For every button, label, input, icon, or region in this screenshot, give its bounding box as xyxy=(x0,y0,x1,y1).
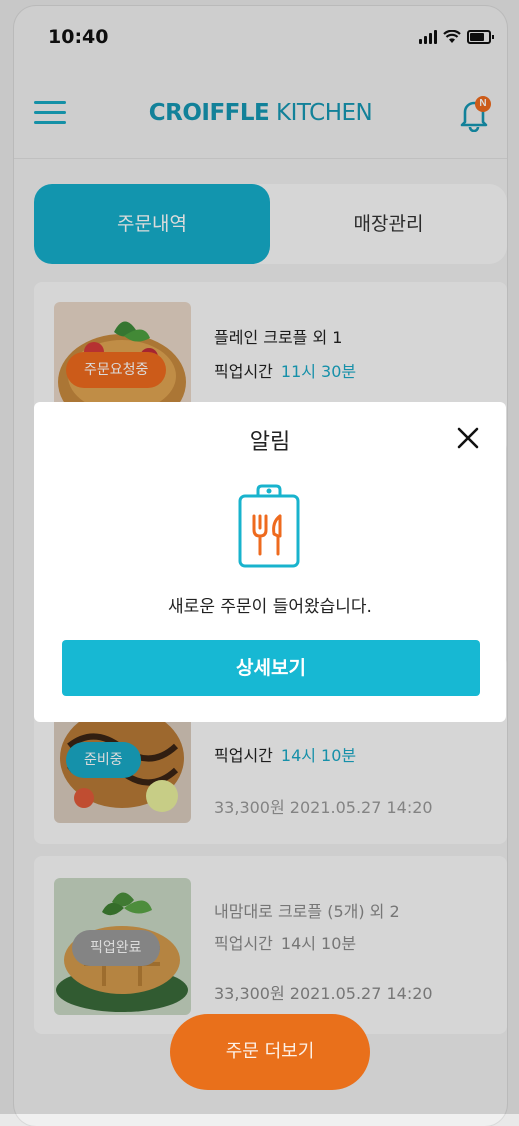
load-more-label: 주문 더보기 xyxy=(225,1041,315,1062)
view-details-button[interactable]: 상세보기 xyxy=(62,640,480,696)
clipboard-utensils-icon xyxy=(238,484,300,568)
modal-title: 알림 xyxy=(249,430,291,455)
load-more-orders-button[interactable]: 주문 더보기 xyxy=(170,1014,370,1090)
modal-message: 새로운 주문이 들어왔습니다. xyxy=(168,597,372,617)
close-icon[interactable] xyxy=(456,426,480,450)
notification-modal: 알림 새로운 주문이 들어왔습니다. 상세보기 xyxy=(34,402,506,722)
